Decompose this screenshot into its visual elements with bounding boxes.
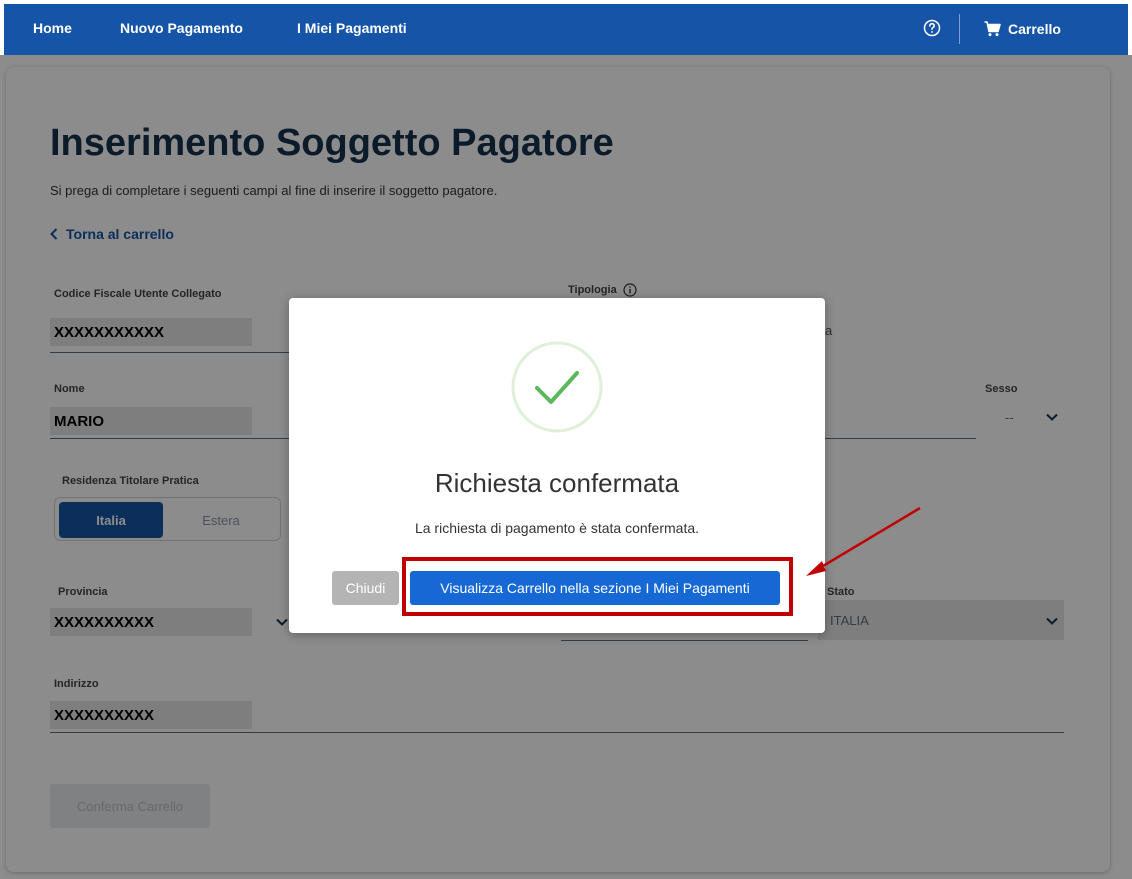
nav-home[interactable]: Home (33, 20, 72, 36)
close-button[interactable]: Chiudi (332, 571, 399, 605)
annotation-arrow-icon (806, 506, 921, 576)
modal-title: Richiesta confermata (434, 468, 680, 498)
nav-separator (959, 14, 960, 44)
modal-message: La richiesta di pagamento è stata confer… (414, 520, 700, 536)
annotation-highlight-box (402, 557, 793, 616)
top-navbar: Home Nuovo Pagamento I Miei Pagamenti Ca… (4, 4, 1128, 55)
nav-my-payments[interactable]: I Miei Pagamenti (297, 20, 407, 36)
nav-cart[interactable]: Carrello (984, 19, 1061, 39)
cart-icon (984, 21, 1001, 37)
question-circle-icon[interactable] (923, 19, 941, 37)
check-circle-icon (511, 341, 603, 433)
nav-new-payment[interactable]: Nuovo Pagamento (120, 20, 243, 36)
cart-label: Carrello (1008, 21, 1061, 37)
